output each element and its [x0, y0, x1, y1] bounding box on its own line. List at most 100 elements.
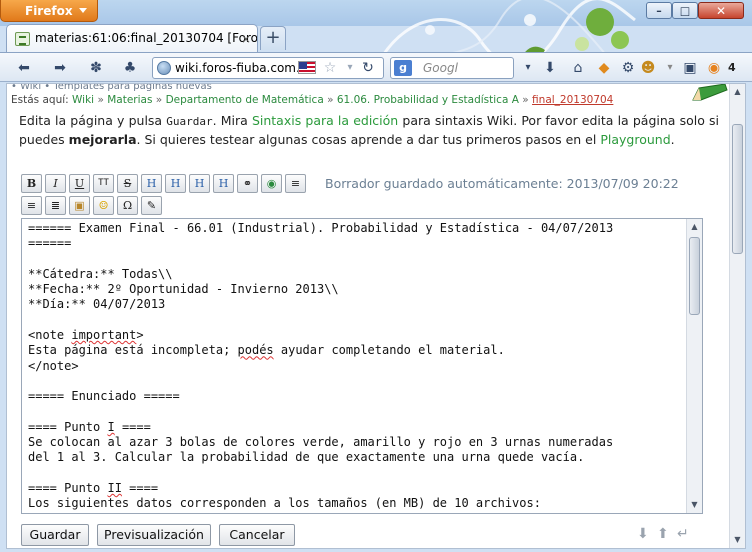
bookmark-star-icon[interactable]: ☆: [320, 59, 340, 77]
strikethrough-button[interactable]: S: [117, 174, 138, 193]
editor-line[interactable]: ==== Punto I ====: [28, 420, 151, 434]
breadcrumb-link-wiki[interactable]: Wiki: [72, 94, 94, 106]
download-arrow-icon[interactable]: ⬇: [540, 59, 560, 77]
tab-wiki-edit[interactable]: materias:61:06:final_20130704 [Foros-FIU…: [6, 24, 258, 52]
addon-dropdown-icon[interactable]: ▾: [660, 59, 680, 77]
ordered-list-icon[interactable]: ≡: [285, 174, 306, 193]
globe-icon: [157, 61, 171, 75]
special-chars-icon[interactable]: Ω: [117, 196, 138, 215]
title-bar: Firefox – □ ✕: [0, 0, 752, 81]
addon-gear-icon[interactable]: ⚙: [618, 59, 638, 77]
editor-line[interactable]: 1.20, 1.27, 1.01, 1.85, 2.35, 2.04, 1.16…: [28, 512, 447, 513]
editor-content[interactable]: ====== Examen Final - 66.01 (Industrial)…: [28, 221, 613, 513]
cancel-button[interactable]: Cancelar: [219, 524, 295, 546]
scroll-down-icon[interactable]: ▼: [687, 497, 702, 513]
addon-lizard-icon[interactable]: ♣: [120, 59, 140, 77]
editor-line[interactable]: Esta página está incompleta; podés ayuda…: [28, 343, 505, 357]
breadcrumb-link-current[interactable]: final_20130704: [532, 94, 613, 106]
minimize-icon: –: [656, 4, 662, 17]
heading-higher-button[interactable]: H: [189, 174, 210, 193]
home-icon[interactable]: ⌂: [568, 59, 588, 77]
addon-fox-icon[interactable]: ◆: [594, 59, 614, 77]
editor-scrollbar[interactable]: ▲ ▼: [686, 219, 702, 513]
firefox-menu-button[interactable]: Firefox: [0, 0, 98, 22]
breadcrumb-link-materia[interactable]: 61.06. Probabilidad y Estadística A: [337, 94, 519, 106]
back-arrow-icon[interactable]: ⬅: [14, 59, 34, 77]
editor-line[interactable]: **Cátedra:** Todas\\: [28, 267, 173, 281]
add-image-icon[interactable]: ▣: [69, 196, 90, 215]
editor-line[interactable]: **Fecha:** 2º Oportunidad - Invierno 201…: [28, 282, 339, 296]
heading-menu-button[interactable]: H: [213, 174, 234, 193]
addon-puzzle-icon[interactable]: ✽: [86, 59, 106, 77]
us-flag-icon[interactable]: [298, 61, 316, 74]
editor-line[interactable]: </note>: [28, 359, 79, 373]
heading-lower-button[interactable]: H: [165, 174, 186, 193]
editor-line[interactable]: Los siguientes datos corresponden a los …: [28, 496, 541, 510]
history-dropdown-icon[interactable]: ▾: [340, 59, 360, 77]
search-placeholder: Googl: [423, 61, 458, 75]
monospace-button[interactable]: TT: [93, 174, 114, 193]
addon-robot-icon[interactable]: ▣: [680, 59, 700, 77]
breadcrumb-separator: »: [97, 94, 104, 106]
bold-button[interactable]: B: [21, 174, 42, 193]
close-window-button[interactable]: ✕: [698, 2, 744, 19]
intro-text-4: . Si quieres testear algunas cosas apren…: [136, 132, 601, 147]
editor-line[interactable]: ==== Punto II ====: [28, 481, 158, 495]
breadcrumb-prefix: Estás aquí:: [11, 94, 69, 106]
signature-icon[interactable]: ✎: [141, 196, 162, 215]
wiki-favicon-icon: [15, 32, 30, 46]
search-bar[interactable]: g Googl: [390, 57, 514, 79]
italic-button[interactable]: I: [45, 174, 66, 193]
editor-wrap-icon[interactable]: ↵: [677, 526, 689, 542]
page-scroll-thumb[interactable]: [732, 124, 743, 254]
forward-arrow-icon[interactable]: ➡: [50, 59, 70, 77]
editor-line[interactable]: ===== Enunciado =====: [28, 389, 180, 403]
heading-same-button[interactable]: H: [141, 174, 162, 193]
external-link-icon[interactable]: ◉: [261, 174, 282, 193]
editor-line[interactable]: ====== Examen Final - 66.01 (Industrial)…: [28, 221, 613, 235]
notification-count-badge: 4: [728, 61, 736, 74]
minimize-button[interactable]: –: [646, 2, 672, 19]
page-viewport: • Wiki • Templates para páginas nuevas E…: [6, 83, 746, 549]
syntax-help-link[interactable]: Sintaxis para la edición: [252, 113, 398, 128]
editor-line[interactable]: **Día:** 04/07/2013: [28, 297, 165, 311]
wiki-text-editor[interactable]: ====== Examen Final - 66.01 (Industrial)…: [21, 218, 703, 514]
underline-button[interactable]: U: [69, 174, 90, 193]
maximize-button[interactable]: □: [672, 2, 698, 19]
scroll-up-icon[interactable]: ▲: [687, 219, 702, 235]
breadcrumb-separator: »: [327, 94, 334, 106]
preview-button[interactable]: Previsualización: [97, 524, 211, 546]
unordered-list-icon[interactable]: ≡: [21, 196, 42, 215]
editor-line[interactable]: del 1 al 3. Calcular la probabilidad de …: [28, 450, 584, 464]
editor-line[interactable]: Se colocan al azar 3 bolas de colores ve…: [28, 435, 613, 449]
addon-face-icon[interactable]: ☻: [638, 59, 658, 77]
google-search-icon[interactable]: g: [394, 60, 412, 76]
editor-smaller-icon[interactable]: ⬇: [637, 526, 649, 542]
page-scrollbar[interactable]: ▲ ▼: [729, 84, 745, 548]
new-tab-button[interactable]: +: [260, 26, 286, 50]
rss-feed-icon[interactable]: ◉: [704, 59, 724, 77]
scroll-down-icon[interactable]: ▼: [730, 532, 745, 548]
search-dropdown-icon[interactable]: ▾: [518, 59, 538, 77]
horizontal-rule-icon[interactable]: ≣: [45, 196, 66, 215]
intro-text-1: Edita la página y pulsa: [19, 113, 167, 128]
breadcrumb: Estás aquí: Wiki » Materias » Departamen…: [11, 94, 613, 106]
link-chain-icon[interactable]: ⚭: [237, 174, 258, 193]
breadcrumb-link-materias[interactable]: Materias: [107, 94, 152, 106]
playground-link[interactable]: Playground: [600, 132, 670, 147]
editor-line[interactable]: <note important>: [28, 328, 144, 342]
intro-bold-text: mejorarla: [68, 132, 137, 147]
url-domain: wiki.foros-fiuba.com.a: [175, 61, 308, 75]
breadcrumb-link-departamento[interactable]: Departamento de Matemática: [166, 94, 324, 106]
save-button[interactable]: Guardar: [21, 524, 89, 546]
editor-scroll-thumb[interactable]: [689, 237, 700, 315]
editor-larger-icon[interactable]: ⬆: [657, 526, 669, 542]
wiki-top-links[interactable]: • Wiki • Templates para páginas nuevas: [11, 84, 212, 92]
firefox-menu-label: Firefox: [25, 4, 73, 18]
navigation-bar: ⬅ ➡ ✽ ♣ wiki.foros-fiuba.com.a ☆ ▾ ↻ g G…: [0, 52, 752, 82]
editor-line[interactable]: ======: [28, 236, 71, 250]
tab-close-icon[interactable]: ×: [241, 32, 251, 46]
smiley-icon[interactable]: ☺: [93, 196, 114, 215]
reload-icon[interactable]: ↻: [358, 59, 378, 77]
scroll-up-icon[interactable]: ▲: [730, 84, 745, 100]
